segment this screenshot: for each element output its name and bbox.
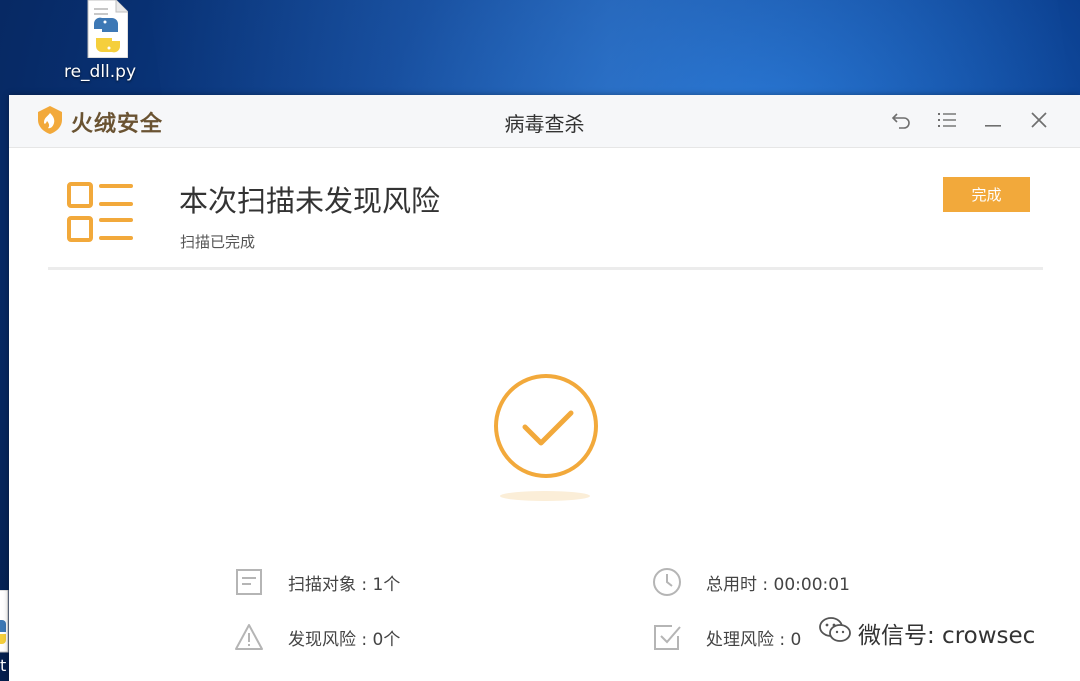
close-button[interactable] <box>1016 109 1062 135</box>
clock-icon <box>652 567 682 597</box>
warning-icon <box>234 622 264 652</box>
stat-scan-objects: 扫描对象 : 1个 <box>234 567 400 597</box>
window-controls <box>878 109 1062 135</box>
success-indicator <box>493 373 601 503</box>
stat-risks-handled: 处理风险 : 0 <box>652 622 801 652</box>
huorong-window: 火绒安全 病毒查杀 本次扫描未发现风险 扫描已完成 完成 扫描对象: 1个 发… <box>9 95 1080 681</box>
result-headline: 本次扫描未发现风险 <box>179 184 441 218</box>
checkmark-shadow <box>500 491 590 501</box>
desktop-file-label: re_dll.py <box>63 62 137 82</box>
stat-total-time-label: 总用时 : 00:00:01 <box>706 574 850 595</box>
minimize-icon <box>984 111 1002 133</box>
stat-risks-found: 发现风险 : 0个 <box>234 622 400 652</box>
stat-risks-found-label: 发现风险 : 0个 <box>288 629 401 650</box>
stat-scan-objects-label: 扫描对象 : 1个 <box>288 574 401 595</box>
checkbox-checked-icon <box>652 622 682 652</box>
python-file-icon <box>72 0 129 59</box>
document-icon <box>234 567 264 597</box>
result-subline: 扫描已完成 <box>180 233 256 251</box>
minimize-button[interactable] <box>970 109 1016 135</box>
menu-button[interactable] <box>924 109 970 135</box>
wechat-watermark: 微信号: crowsec <box>814 616 1040 650</box>
partial-desktop-label: t <box>0 656 7 675</box>
wechat-icon <box>818 616 852 650</box>
back-button[interactable] <box>878 109 924 135</box>
stat-risks-handled-label: 处理风险 : 0 <box>706 629 802 650</box>
result-header: 本次扫描未发现风险 扫描已完成 完成 <box>9 148 1080 268</box>
report-list-icon <box>67 180 135 248</box>
menu-icon <box>937 112 957 132</box>
done-button[interactable]: 完成 <box>943 177 1030 212</box>
close-icon <box>1030 111 1048 133</box>
title-bar: 火绒安全 病毒查杀 <box>9 95 1080 148</box>
header-divider <box>48 267 1043 270</box>
watermark-text: 微信号: crowsec <box>858 623 1036 649</box>
back-icon <box>891 111 911 133</box>
desktop-file-re-dll[interactable]: re_dll.py <box>55 0 145 82</box>
stat-total-time: 总用时 : 00:00:01 <box>652 567 850 597</box>
checkmark-circle-icon <box>493 374 601 485</box>
